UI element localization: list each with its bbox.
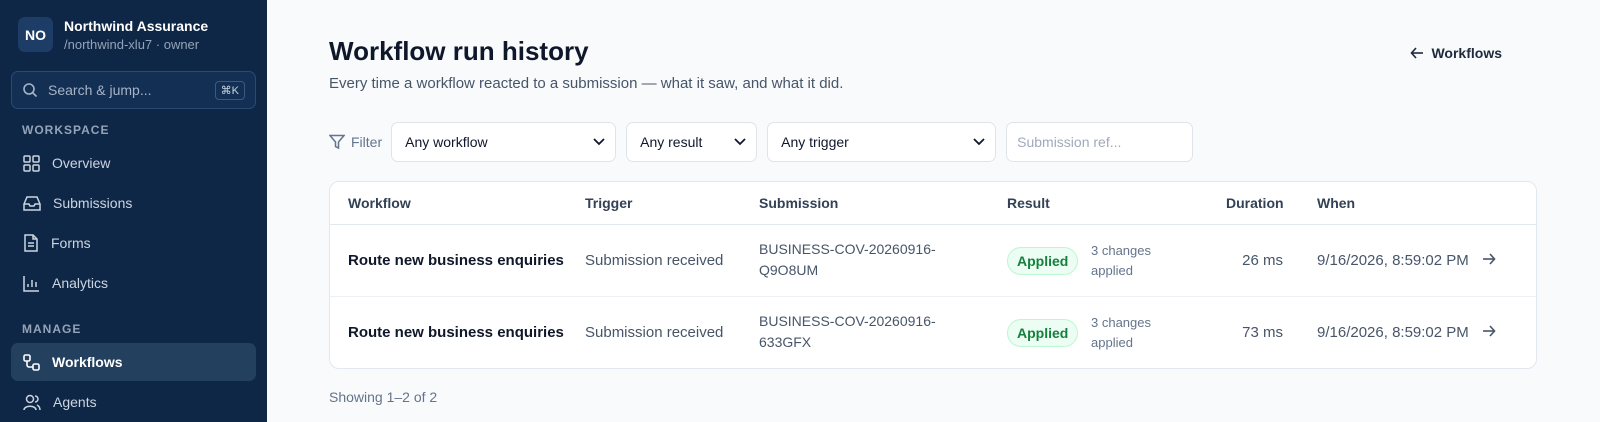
workflow-icon — [23, 353, 40, 371]
row-result-note: 3 changes applied — [1091, 315, 1151, 350]
sidebar-item-label: Overview — [52, 155, 111, 171]
table-row[interactable]: Route new business enquiries Submission … — [330, 225, 1536, 297]
sidebar-item-analytics[interactable]: Analytics — [11, 264, 256, 302]
users-icon — [23, 394, 41, 410]
row-when: 9/16/2026, 8:59:02 PM — [1317, 324, 1469, 341]
sidebar-item-label: Forms — [51, 235, 91, 251]
row-trigger: Submission received — [585, 324, 724, 341]
chevron-down-icon — [734, 138, 746, 146]
runs-table: Workflow Trigger Submission Result Durat… — [329, 181, 1537, 369]
workflow-select-value: Any workflow — [405, 134, 488, 150]
sidebar-item-submissions[interactable]: Submissions — [11, 184, 256, 222]
inbox-icon — [23, 195, 41, 211]
result-select[interactable]: Any result — [626, 122, 758, 162]
org-switcher[interactable]: NO Northwind Assurance /northwind-xlu7 ·… — [18, 17, 208, 52]
back-link-label: Workflows — [1431, 45, 1502, 61]
pagination-summary: Showing 1–2 of 2 — [329, 389, 438, 405]
column-header-result: Result — [1007, 195, 1050, 211]
row-submission: BUSINESS-COV-20260916- Q9O8UM — [759, 241, 936, 278]
org-name: Northwind Assurance — [64, 17, 209, 34]
org-avatar: NO — [18, 17, 53, 52]
filter-label-text: Filter — [351, 134, 383, 150]
row-when: 9/16/2026, 8:59:02 PM — [1317, 252, 1469, 269]
page-subtitle: Every time a workflow reacted to a submi… — [329, 75, 844, 92]
arrow-right-icon[interactable] — [1482, 324, 1496, 338]
arrow-left-icon — [1410, 47, 1424, 59]
sidebar-item-forms[interactable]: Forms — [11, 224, 256, 262]
search-placeholder: Search & jump... — [48, 82, 152, 98]
filter-icon — [329, 134, 345, 150]
status-badge: Applied — [1007, 319, 1079, 347]
search-jump-box[interactable]: Search & jump... ⌘K — [11, 71, 256, 109]
search-icon — [23, 83, 38, 98]
sidebar-item-label: Workflows — [52, 354, 123, 370]
sidebar-item-overview[interactable]: Overview — [11, 144, 256, 182]
grid-icon — [23, 154, 40, 172]
page-title: Workflow run history — [329, 36, 589, 66]
file-icon — [24, 234, 38, 252]
chevron-down-icon — [593, 138, 605, 146]
sidebar: NO Northwind Assurance /northwind-xlu7 ·… — [0, 0, 267, 422]
result-select-value: Any result — [640, 134, 703, 150]
org-slug: /northwind-xlu7 · owner — [64, 36, 200, 52]
table-header: Workflow Trigger Submission Result Durat… — [330, 182, 1536, 225]
arrow-right-icon[interactable] — [1482, 252, 1496, 266]
row-trigger: Submission received — [585, 252, 724, 269]
back-to-workflows-link[interactable]: Workflows — [1410, 45, 1502, 61]
sidebar-item-label: Agents — [53, 394, 97, 410]
row-result-note: 3 changes applied — [1091, 243, 1151, 278]
search-shortcut: ⌘K — [214, 80, 245, 100]
row-submission: BUSINESS-COV-20260916- 633GFX — [759, 313, 936, 350]
submission-ref-input[interactable] — [1006, 122, 1194, 162]
chevron-down-icon — [973, 138, 985, 146]
row-workflow: Route new business enquiries — [348, 324, 564, 341]
column-header-submission: Submission — [759, 195, 839, 211]
table-row[interactable]: Route new business enquiries Submission … — [330, 297, 1536, 368]
filter-bar: Filter Any workflow Any result Any trigg… — [329, 122, 1194, 162]
section-label-manage: MANAGE — [22, 322, 82, 336]
workflow-select[interactable]: Any workflow — [391, 122, 617, 162]
sidebar-item-workflows[interactable]: Workflows — [11, 343, 256, 381]
sidebar-item-label: Analytics — [52, 275, 109, 291]
column-header-when: When — [1317, 195, 1356, 211]
section-label-workspace: WORKSPACE — [22, 123, 110, 137]
row-workflow: Route new business enquiries — [348, 252, 564, 269]
main-content: Workflow run history Every time a workfl… — [267, 0, 1600, 422]
column-header-duration: Duration — [1226, 195, 1284, 211]
column-header-workflow: Workflow — [348, 195, 411, 211]
row-duration: 73 ms — [1242, 324, 1283, 341]
bar-chart-icon — [23, 275, 39, 292]
row-duration: 26 ms — [1242, 252, 1283, 269]
trigger-select[interactable]: Any trigger — [767, 122, 997, 162]
column-header-trigger: Trigger — [585, 195, 633, 211]
sidebar-item-agents[interactable]: Agents — [11, 383, 256, 421]
trigger-select-value: Any trigger — [781, 134, 849, 150]
sidebar-item-label: Submissions — [53, 195, 133, 211]
filter-label: Filter — [329, 134, 382, 150]
status-badge: Applied — [1007, 247, 1079, 275]
